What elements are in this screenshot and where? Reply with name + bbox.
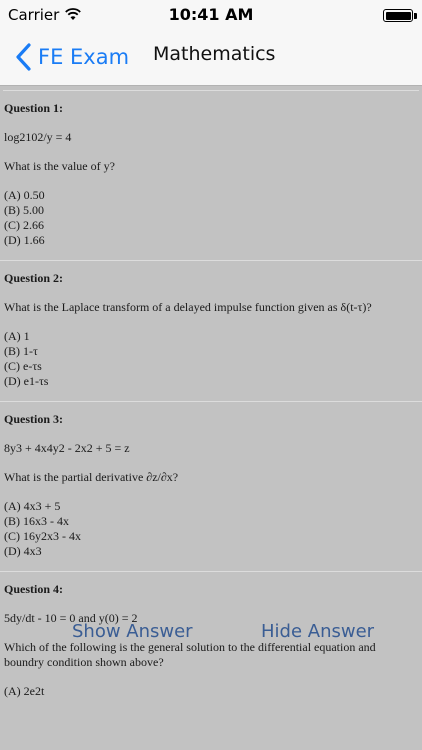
answer-option: (B) 1-τ — [4, 344, 38, 358]
answer-option: (A) 1 — [4, 329, 30, 343]
answer-option: (A) 0.50 — [4, 188, 45, 202]
battery-icon — [383, 9, 413, 22]
question-block: Question 2: What is the Laplace transfor… — [0, 261, 422, 402]
back-button[interactable]: FE Exam — [14, 40, 129, 74]
show-answer-button[interactable]: Show Answer — [72, 621, 193, 642]
answer-option: (B) 5.00 — [4, 203, 44, 217]
answer-option: (D) 1.66 — [4, 233, 45, 247]
answer-option: (C) 16y2x3 - 4x — [4, 529, 81, 543]
battery-tip — [414, 13, 417, 19]
question-title: Question 3: — [4, 412, 64, 426]
clock-time: 10:41 AM — [168, 5, 254, 24]
question-block: Question 3: 8y3 + 4x4y2 - 2x2 + 5 = z Wh… — [0, 402, 422, 572]
question-text: 8y3 + 4x4y2 - 2x2 + 5 = z — [4, 441, 130, 455]
question-title: Question 4: — [4, 582, 64, 596]
answer-toolbar: Show Answer Hide Answer — [0, 617, 422, 649]
question-text: What is the Laplace transform of a delay… — [4, 300, 372, 314]
page-title: Mathematics — [153, 43, 276, 65]
questions-webview[interactable]: Question 1: log2102/y = 4 What is the va… — [0, 87, 422, 750]
question-text: What is the value of y? — [4, 159, 115, 173]
question-title: Question 2: — [4, 271, 64, 285]
answer-option: (C) e-τs — [4, 359, 42, 373]
chevron-left-icon — [16, 43, 31, 71]
answer-option: (D) 4x3 — [4, 544, 42, 558]
back-button-label: FE Exam — [38, 45, 130, 69]
answer-option: (C) 2.66 — [4, 218, 44, 232]
question-text: log2102/y = 4 — [4, 130, 72, 144]
hide-answer-button[interactable]: Hide Answer — [261, 621, 374, 642]
answer-option: (D) e1-τs — [4, 374, 49, 388]
status-bar: Carrier 10:41 AM — [0, 0, 422, 30]
answer-option: (A) 2e2t — [4, 684, 45, 698]
navigation-bar: FE Exam Mathematics — [0, 30, 422, 86]
question-text: What is the partial derivative ∂z/∂x? — [4, 470, 179, 484]
question-title: Question 1: — [4, 101, 64, 115]
question-block: Question 1: log2102/y = 4 What is the va… — [0, 91, 422, 261]
answer-option: (B) 16x3 - 4x — [4, 514, 69, 528]
answer-option: (A) 4x3 + 5 — [4, 499, 61, 513]
